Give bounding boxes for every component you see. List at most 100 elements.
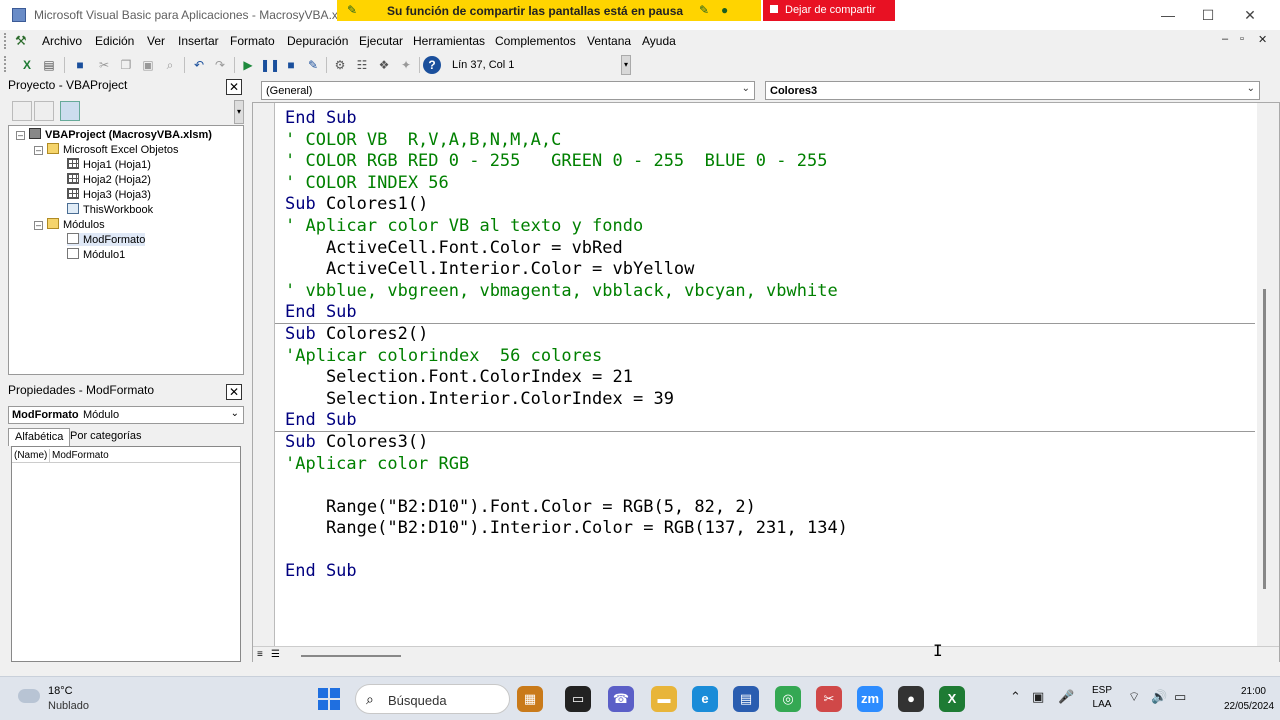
code-line[interactable]: 'Aplicar colorindex 56 colores [285,346,1255,368]
view-excel-icon[interactable]: X [18,56,36,74]
procedure-view-icon[interactable]: ≡ [257,650,269,660]
menu-depuracion[interactable]: Depuración [287,34,348,48]
mdi-minimize-button[interactable]: – [1222,33,1228,45]
insert-module-icon[interactable]: ▤ [40,56,58,74]
code-line[interactable]: ' COLOR VB R,V,A,B,N,M,A,C [285,130,1255,152]
taskbar-store-icon[interactable]: ▤ [733,686,759,712]
taskbar-zoom-icon[interactable]: zm [857,686,883,712]
break-icon[interactable]: ❚❚ [260,56,280,74]
properties-panel-close-button[interactable]: ✕ [226,384,242,400]
code-line[interactable]: ' COLOR RGB RED 0 - 255 GREEN 0 - 255 BL… [285,151,1255,173]
pause-share-icon[interactable]: ✎ [699,3,709,17]
code-line[interactable]: End Sub [285,561,1255,583]
volume-icon[interactable]: 🔊 [1151,689,1167,705]
stop-sharing-button[interactable]: Dejar de compartir [763,0,895,21]
tab-por-categorias[interactable]: Por categorías [64,428,148,446]
code-line[interactable]: ActiveCell.Interior.Color = vbYellow [285,259,1255,281]
toolbox-icon[interactable]: ✦ [397,56,415,74]
code-line[interactable]: Sub Colores3() [285,432,1255,454]
reset-icon[interactable]: ■ [282,56,300,74]
vertical-scrollbar-thumb[interactable] [1263,289,1266,589]
properties-window-icon[interactable]: ☷ [353,56,371,74]
taskbar-snipping-tool-icon[interactable]: ✂ [816,686,842,712]
menu-herramientas[interactable]: Herramientas [413,34,485,48]
taskbar-briefcase-icon[interactable]: ▦ [517,686,543,712]
menu-complementos[interactable]: Complementos [495,34,576,48]
project-panel-close-button[interactable]: ✕ [226,79,242,95]
code-line[interactable]: ActiveCell.Font.Color = vbRed [285,238,1255,260]
code-line[interactable]: End Sub [285,410,1255,432]
tree-node-modformato[interactable]: ModFormato [67,233,146,246]
menu-archivo[interactable]: Archivo [42,34,82,48]
tree-node-thisworkbook[interactable]: ThisWorkbook [67,203,153,216]
view-object-icon[interactable] [34,101,54,121]
cut-icon[interactable]: ✂ [95,56,113,74]
mdi-close-button[interactable]: ✕ [1258,33,1267,46]
vba-menu-icon[interactable]: ⚒ [15,33,27,49]
procedure-combo[interactable]: Colores3 ⌄ [765,81,1260,100]
menu-ventana[interactable]: Ventana [587,34,631,48]
object-combo[interactable]: (General) ⌄ [261,81,755,100]
taskbar-task-view-icon[interactable]: ▭ [565,686,591,712]
copy-icon[interactable]: ❐ [117,56,135,74]
property-row-name[interactable]: (Name) ModFormato [12,449,240,463]
minimize-button[interactable]: — [1158,5,1178,25]
code-editor[interactable]: End Sub ' COLOR VB R,V,A,B,N,M,A,C ' COLOR… [285,108,1255,583]
tree-node-excel-objects[interactable]: Microsoft Excel Objetos [47,143,179,156]
code-line[interactable]: ' COLOR INDEX 56 [285,173,1255,195]
weather-temperature[interactable]: 18°C [48,685,73,697]
menu-formato[interactable]: Formato [230,34,275,48]
horizontal-scrollbar[interactable]: ≡ ☰ [253,646,1279,662]
find-icon[interactable]: ⌕ [161,56,179,74]
paste-icon[interactable]: ▣ [139,56,157,74]
weather-condition[interactable]: Nublado [48,700,89,712]
code-line[interactable]: Sub Colores1() [285,194,1255,216]
close-window-button[interactable]: ✕ [1240,5,1260,25]
code-line[interactable]: Sub Colores2() [285,324,1255,346]
toolbar-grip[interactable] [4,56,8,72]
toolbar-options-chevron-icon[interactable]: ▾ [621,55,631,75]
tab-alfabetica[interactable]: Alfabética [8,428,71,446]
tree-node-hoja1[interactable]: Hoja1 (Hoja1) [67,158,151,171]
taskbar-obs-icon[interactable]: ● [898,686,924,712]
design-mode-icon[interactable]: ✎ [304,56,322,74]
code-line[interactable]: ' vbblue, vbgreen, vbmagenta, vbblack, v… [285,281,1255,303]
tree-node-hoja2[interactable]: Hoja2 (Hoja2) [67,173,151,186]
horizontal-scrollbar-thumb[interactable] [301,655,401,657]
tree-node-hoja3[interactable]: Hoja3 (Hoja3) [67,188,151,201]
system-clock[interactable]: 21:00 22/05/2024 [1224,684,1274,714]
properties-object-select[interactable]: ModFormato Módulo ⌄ [8,406,244,424]
wifi-icon[interactable]: ⌔ [1128,689,1140,705]
taskbar-search[interactable]: ⌕ Búsqueda [355,684,510,714]
start-button[interactable] [318,688,340,710]
help-icon[interactable]: ? [423,56,441,74]
collapse-modules-icon[interactable]: – [34,221,43,230]
code-line[interactable] [285,475,1255,497]
code-line[interactable]: Range("B2:D10").Font.Color = RGB(5, 82, … [285,497,1255,519]
tree-node-vbaproject[interactable]: VBAProject (MacrosyVBA.xlsm) [29,128,212,141]
menu-insertar[interactable]: Insertar [178,34,219,48]
taskbar-file-explorer-icon[interactable]: ▬ [651,686,677,712]
code-line[interactable]: End Sub [285,302,1255,324]
code-line[interactable]: ' Aplicar color VB al texto y fondo [285,216,1255,238]
code-line[interactable] [285,540,1255,562]
project-explorer-icon[interactable]: ⚙ [331,56,349,74]
code-line[interactable]: Selection.Font.ColorIndex = 21 [285,367,1255,389]
redo-icon[interactable]: ↷ [211,56,229,74]
menu-ayuda[interactable]: Ayuda [642,34,676,48]
object-browser-icon[interactable]: ❖ [375,56,393,74]
vertical-scrollbar[interactable] [1257,103,1279,646]
input-language-indicator[interactable]: ESP LAA [1092,684,1112,712]
undo-icon[interactable]: ↶ [190,56,208,74]
code-line[interactable]: Selection.Interior.ColorIndex = 39 [285,389,1255,411]
save-icon[interactable]: ■ [71,56,89,74]
full-module-view-icon[interactable]: ☰ [271,650,283,660]
tray-app-icon[interactable]: ▣ [1032,689,1044,705]
battery-icon[interactable]: ▭ [1174,689,1186,705]
maximize-button[interactable]: ☐ [1198,5,1218,25]
microphone-icon[interactable]: 🎤 [1058,689,1074,705]
run-icon[interactable]: ▶ [239,56,257,74]
menubar-grip[interactable] [4,33,8,49]
mdi-restore-button[interactable]: ▫ [1240,33,1244,45]
tray-chevron-up-icon[interactable]: ⌃ [1010,689,1021,705]
